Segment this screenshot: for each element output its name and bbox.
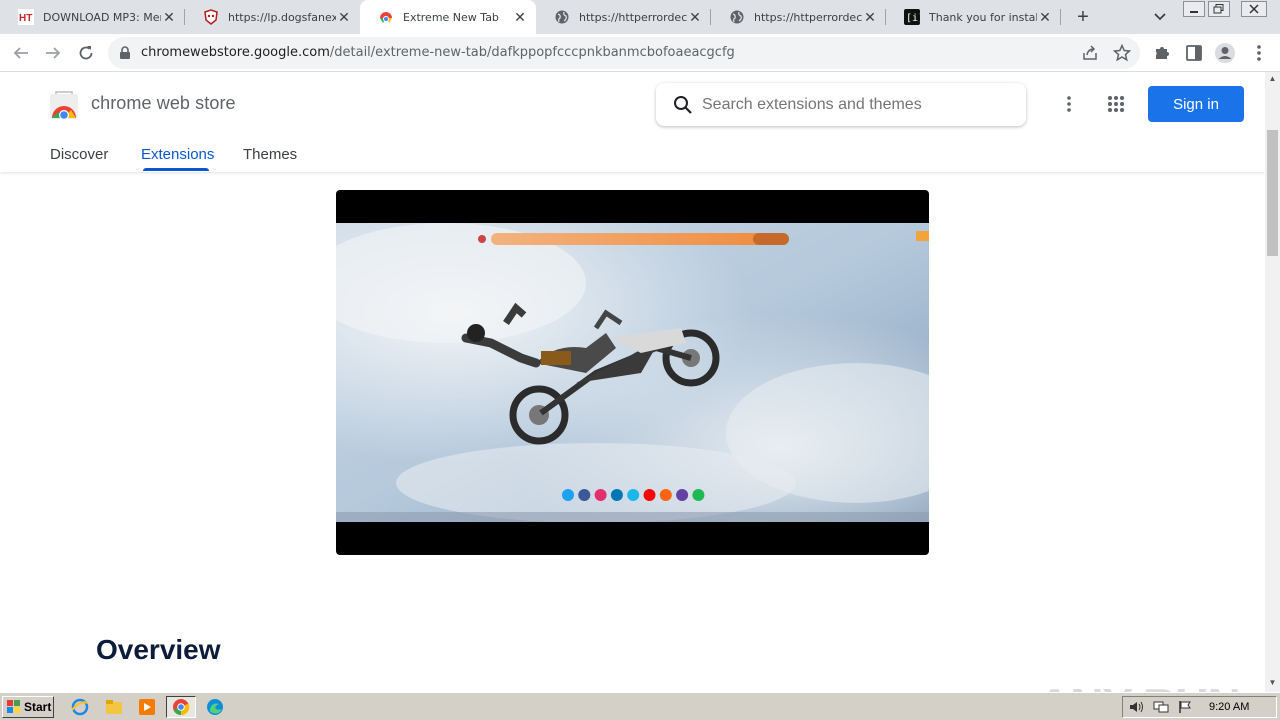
browser-tab-2[interactable]: https://lp.dogsfanext.c ✕ bbox=[185, 0, 360, 34]
extensions-puzzle-icon[interactable] bbox=[1151, 42, 1173, 64]
store-name[interactable]: chrome web store bbox=[91, 93, 236, 114]
chrome-taskbar-button[interactable] bbox=[166, 696, 196, 718]
side-panel-icon[interactable] bbox=[1183, 42, 1205, 64]
scroll-thumb[interactable] bbox=[1267, 130, 1278, 256]
close-tab-icon[interactable]: ✕ bbox=[1037, 9, 1053, 25]
lock-icon[interactable] bbox=[119, 46, 131, 65]
svg-text:[i]: [i] bbox=[906, 13, 920, 24]
url-path: /detail/extreme-new-tab/dafkppopfcccpnkb… bbox=[329, 45, 735, 60]
social-link-icon bbox=[594, 489, 607, 501]
tab-title: https://httperrordecod bbox=[754, 10, 862, 24]
close-tab-icon[interactable]: ✕ bbox=[336, 9, 352, 25]
bracket-favicon-icon: [i] bbox=[904, 9, 920, 25]
tab-search-chevron-icon[interactable] bbox=[1151, 8, 1169, 26]
social-link-icon bbox=[627, 489, 640, 501]
close-tab-icon[interactable]: ✕ bbox=[862, 9, 878, 25]
social-link-icon bbox=[676, 489, 689, 501]
bookmark-star-icon[interactable] bbox=[1112, 43, 1132, 67]
active-tab-indicator bbox=[143, 168, 209, 171]
back-arrow-icon[interactable] bbox=[10, 42, 32, 64]
browser-toolbar: chromewebstore.google.com/detail/extreme… bbox=[0, 34, 1280, 72]
tab-title: Thank you for installing bbox=[929, 10, 1037, 24]
url-host: chromewebstore.google.com bbox=[141, 45, 330, 60]
anyrun-watermark: ANY RUN bbox=[1038, 678, 1241, 692]
tab-title: https://httperrordecod bbox=[579, 10, 687, 24]
social-link-icon bbox=[562, 489, 574, 501]
store-search-box[interactable] bbox=[656, 83, 1026, 126]
browser-tab-5[interactable]: https://httperrordecod ✕ bbox=[711, 0, 886, 34]
volume-icon[interactable] bbox=[1129, 700, 1145, 719]
nav-tab-themes[interactable]: Themes bbox=[243, 146, 297, 163]
social-link-icon bbox=[610, 489, 623, 501]
action-center-flag-icon[interactable] bbox=[1178, 700, 1192, 719]
scroll-up-arrow-icon[interactable]: ▲ bbox=[1265, 72, 1280, 86]
close-tab-icon[interactable]: ✕ bbox=[687, 9, 703, 25]
taskbar-clock[interactable]: 9:20 AM bbox=[1209, 701, 1249, 713]
extension-screenshot-image bbox=[336, 223, 929, 522]
more-options-icon[interactable] bbox=[1066, 95, 1072, 118]
tab-title: DOWNLOAD MP3: Mere bbox=[43, 10, 161, 24]
google-apps-grid-icon[interactable] bbox=[1107, 95, 1125, 118]
system-tray: 9:20 AM bbox=[1122, 696, 1277, 718]
windows-taskbar: Start 9:20 AM bbox=[0, 692, 1280, 720]
tab-strip: HT DOWNLOAD MP3: Mere ✕ https://lp.dogsf… bbox=[0, 0, 1280, 34]
internet-explorer-icon[interactable] bbox=[70, 697, 90, 717]
nav-tab-extensions[interactable]: Extensions bbox=[141, 146, 214, 163]
share-icon[interactable] bbox=[1081, 44, 1099, 67]
minimize-window-button[interactable] bbox=[1183, 1, 1205, 17]
chrome-webstore-logo-icon[interactable] bbox=[49, 90, 79, 125]
store-header: chrome web store Sign in Discover Extens… bbox=[0, 72, 1265, 172]
scroll-down-arrow-icon[interactable]: ▼ bbox=[1265, 676, 1280, 690]
reload-icon[interactable] bbox=[75, 42, 97, 64]
tab-title: Extreme New Tab bbox=[403, 10, 499, 24]
address-bar[interactable]: chromewebstore.google.com/detail/extreme… bbox=[108, 37, 1140, 69]
browser-menu-icon[interactable] bbox=[1248, 42, 1270, 64]
start-label: Start bbox=[24, 700, 52, 714]
browser-tab-4[interactable]: https://httperrordecod ✕ bbox=[536, 0, 711, 34]
url-text: chromewebstore.google.com/detail/extreme… bbox=[141, 45, 735, 60]
nav-tab-discover[interactable]: Discover bbox=[50, 146, 108, 163]
extension-screenshot-carousel[interactable] bbox=[336, 190, 929, 555]
file-explorer-icon[interactable] bbox=[104, 697, 124, 717]
social-link-icon bbox=[578, 489, 591, 501]
browser-tab-3-active[interactable]: Extreme New Tab ✕ bbox=[360, 0, 536, 34]
store-search-input[interactable] bbox=[702, 94, 1012, 116]
social-link-icon bbox=[692, 489, 705, 501]
close-tab-icon[interactable]: ✕ bbox=[161, 9, 177, 25]
dog-favicon-icon bbox=[203, 9, 219, 25]
webpage: chrome web store Sign in Discover Extens… bbox=[0, 72, 1265, 692]
search-icon bbox=[673, 95, 693, 120]
new-tab-button[interactable]: + bbox=[1073, 7, 1093, 27]
network-icon[interactable] bbox=[1153, 700, 1169, 719]
chrome-icon bbox=[172, 698, 190, 716]
social-link-icon bbox=[643, 489, 656, 501]
close-tab-icon[interactable]: ✕ bbox=[512, 9, 528, 25]
windows-logo-icon bbox=[7, 700, 21, 714]
overview-heading: Overview bbox=[96, 634, 221, 665]
sign-in-button[interactable]: Sign in bbox=[1148, 86, 1244, 122]
ht-favicon-icon: HT bbox=[18, 9, 34, 25]
close-window-button[interactable] bbox=[1241, 1, 1267, 17]
profile-avatar-icon[interactable] bbox=[1214, 42, 1236, 64]
globe-icon bbox=[729, 9, 745, 25]
media-player-icon[interactable] bbox=[137, 697, 157, 717]
start-button[interactable]: Start bbox=[2, 696, 54, 718]
globe-icon bbox=[554, 9, 570, 25]
svg-text:HT: HT bbox=[19, 13, 32, 24]
tab-title: https://lp.dogsfanext.c bbox=[228, 10, 336, 24]
edge-icon[interactable] bbox=[205, 697, 225, 717]
chrome-webstore-favicon-icon bbox=[378, 9, 394, 25]
page-scrollbar[interactable]: ▲ ▼ bbox=[1265, 72, 1280, 692]
browser-tab-6[interactable]: [i] Thank you for installing ✕ bbox=[886, 0, 1061, 34]
forward-arrow-icon[interactable] bbox=[42, 42, 64, 64]
restore-window-button[interactable] bbox=[1208, 1, 1230, 17]
social-link-icon bbox=[659, 489, 672, 501]
browser-tab-1[interactable]: HT DOWNLOAD MP3: Mere ✕ bbox=[0, 0, 185, 34]
